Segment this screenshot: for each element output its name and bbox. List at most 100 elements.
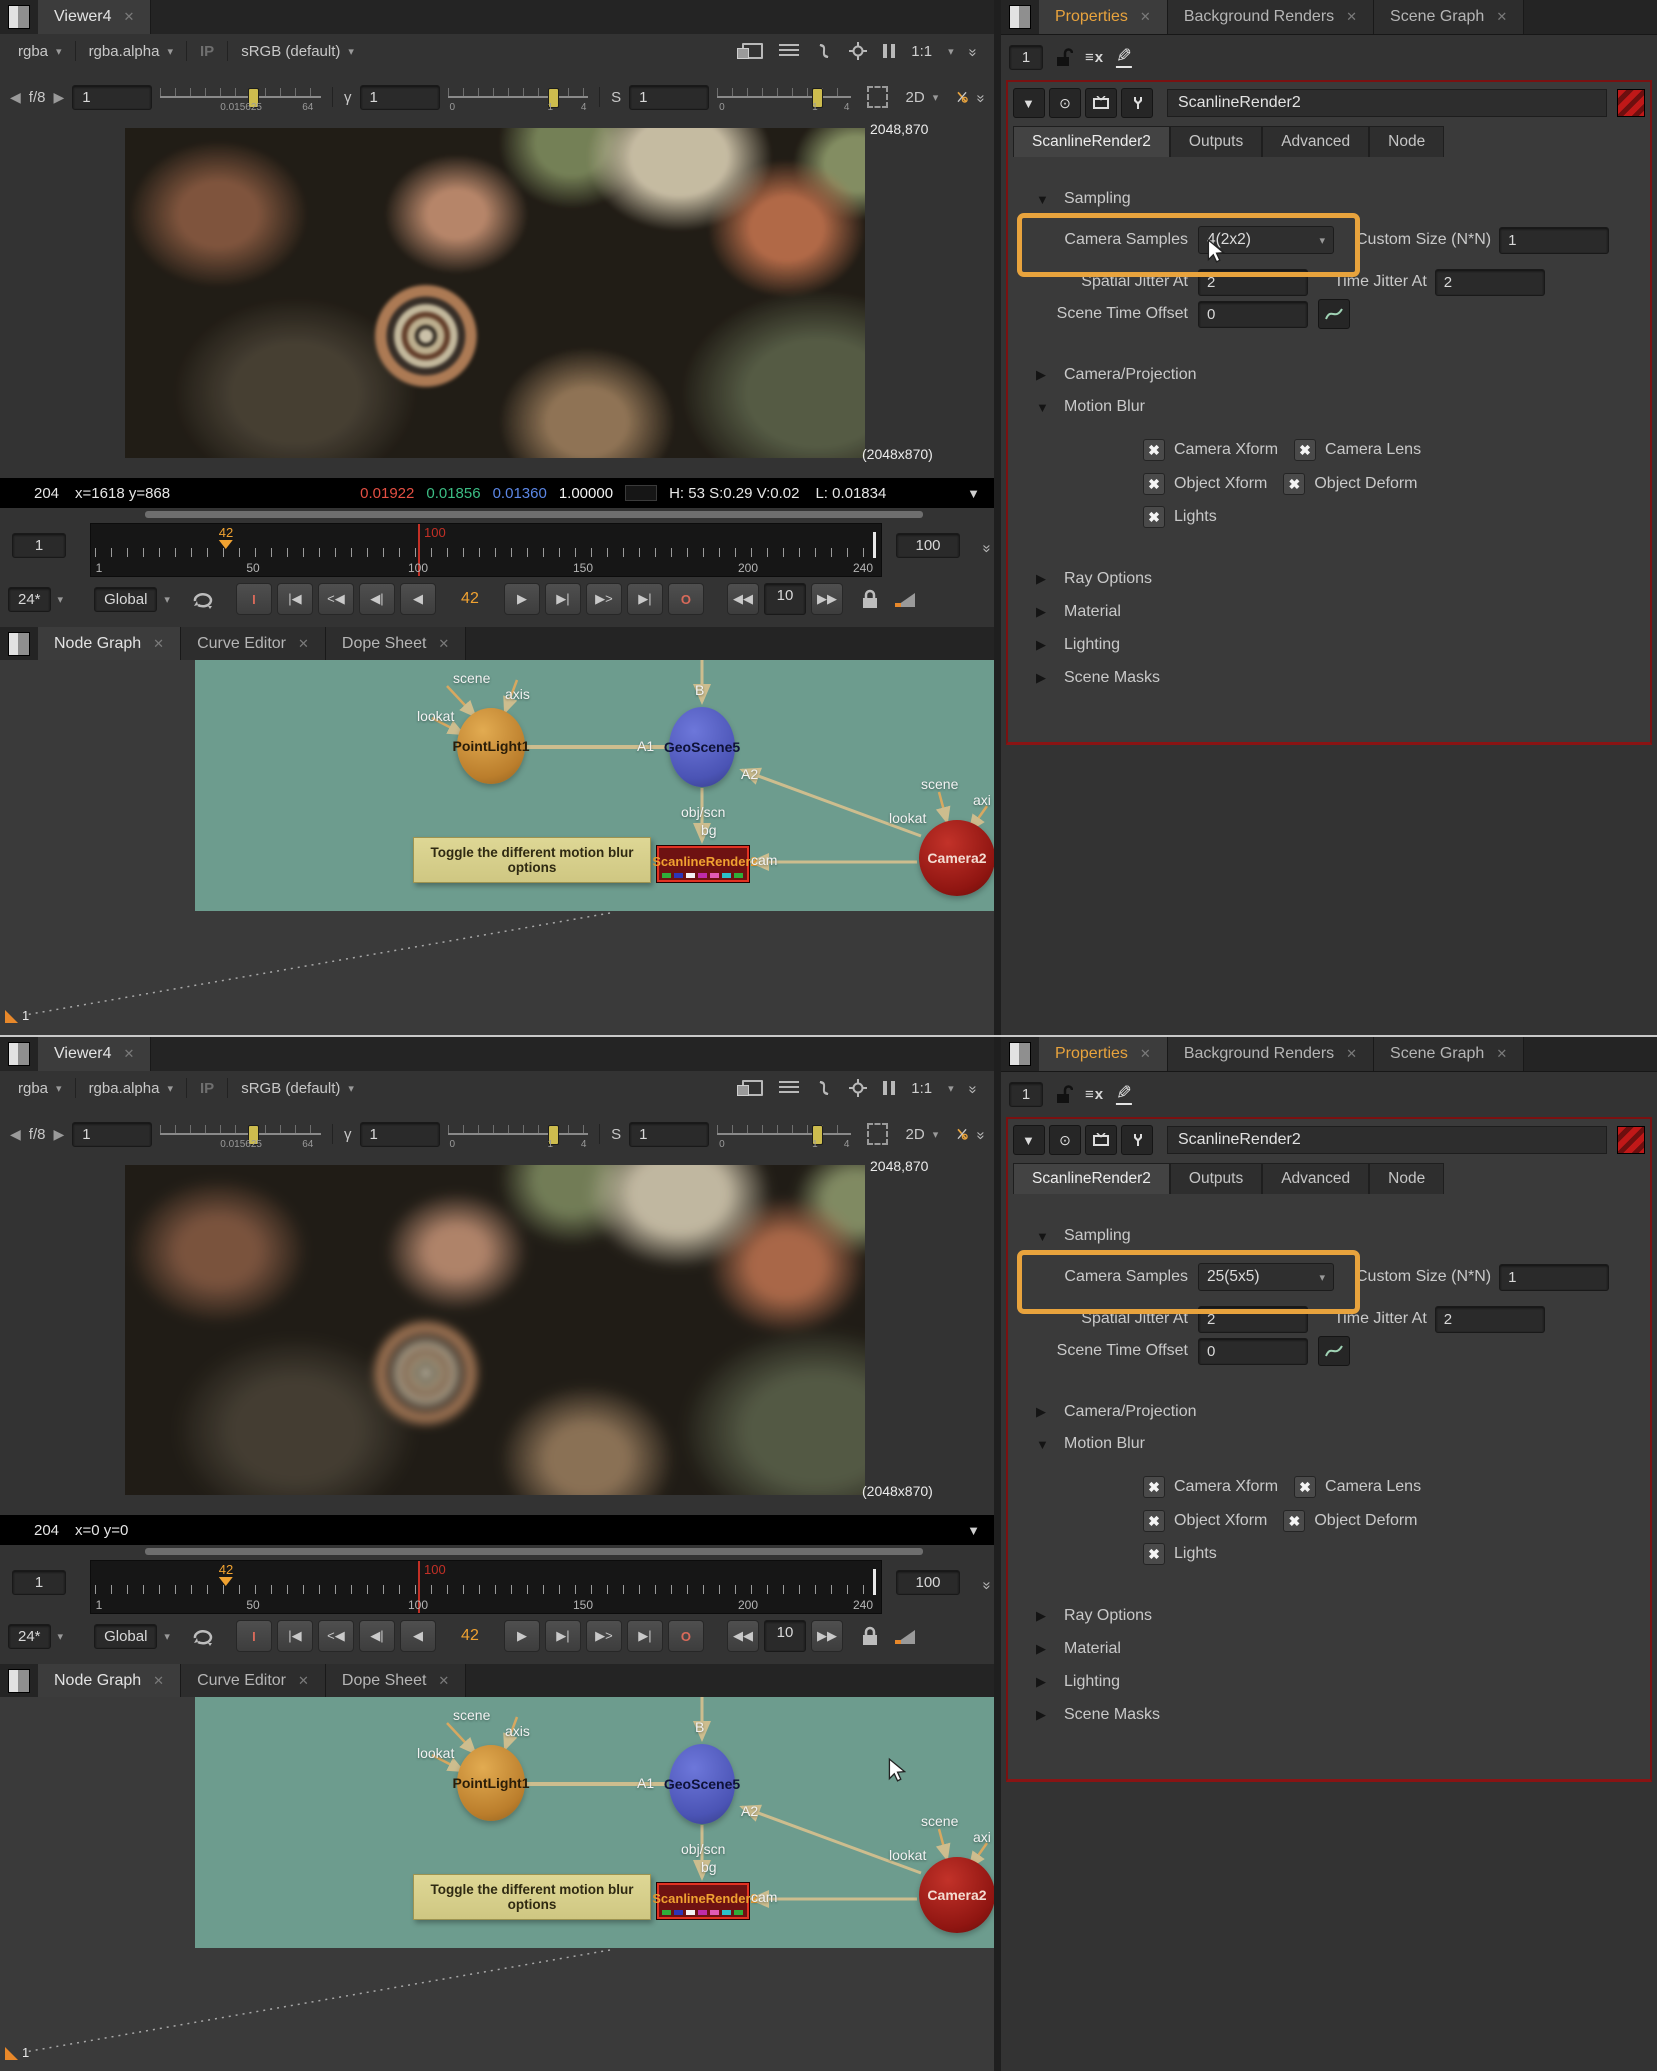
float-window-icon[interactable] <box>742 43 763 59</box>
section-sampling[interactable]: ▼ Sampling <box>1036 190 1131 208</box>
current-frame-input[interactable]: 42 <box>443 590 497 608</box>
custom-size-input[interactable]: 1 <box>1499 1264 1609 1291</box>
close-icon[interactable]: ✕ <box>438 1673 449 1689</box>
node-name-input[interactable]: ScanlineRender2 <box>1167 89 1607 117</box>
close-icon[interactable]: ✕ <box>1346 9 1357 25</box>
next-keyframe-button[interactable]: ▶> <box>586 583 622 615</box>
close-icon[interactable]: ✕ <box>153 1673 164 1689</box>
scene-time-offset-input[interactable]: 0 <box>1198 301 1308 328</box>
first-frame-button[interactable]: |◀ <box>277 1620 313 1652</box>
prev-arrow-icon[interactable]: ◀ <box>10 89 21 106</box>
roi-marquee-icon[interactable] <box>867 1123 887 1145</box>
gain-slider[interactable]: 0.015625 64 <box>160 1117 321 1151</box>
tab-scene-graph[interactable]: Scene Graph ✕ <box>1374 0 1524 34</box>
collapse-panel-button[interactable]: ▼ <box>1013 88 1045 118</box>
flipbook-ramp-icon[interactable] <box>893 589 917 609</box>
nodegraph-canvas[interactable]: PointLight1 GeoScene5 Camera2 ScanlineRe… <box>195 660 994 911</box>
collapse-chevrons-icon[interactable]: » <box>972 94 989 100</box>
tab-node[interactable]: Node <box>1369 1163 1444 1194</box>
checkbox-object-deform[interactable]: ✖ Object Deform <box>1283 473 1417 495</box>
sticky-note[interactable]: Toggle the different motion blur options <box>413 1874 651 1920</box>
section-material[interactable]: ▶ Material <box>1036 603 1121 621</box>
tab-properties[interactable]: Properties ✕ <box>1039 1037 1168 1071</box>
collapse-chevrons-icon[interactable]: » <box>964 48 981 54</box>
curve-button[interactable] <box>1318 1336 1350 1366</box>
viewer-hscrollbar[interactable] <box>145 1548 923 1555</box>
time-jitter-input[interactable]: 2 <box>1435 269 1545 296</box>
tab-node-graph[interactable]: Node Graph ✕ <box>38 627 181 660</box>
close-icon[interactable]: ✕ <box>1346 1046 1357 1062</box>
pane-layout-icon[interactable] <box>1009 1042 1031 1066</box>
close-icon[interactable]: ✕ <box>124 9 135 25</box>
color-sample-icon[interactable] <box>956 1124 969 1144</box>
pane-layout-icon[interactable] <box>8 632 30 656</box>
panel-divider[interactable] <box>994 1037 1001 2071</box>
current-frame-marker[interactable]: 42 <box>219 525 233 549</box>
checkbox-camera-xform[interactable]: ✖ Camera Xform <box>1143 1476 1278 1498</box>
lut-select[interactable]: sRGB (default) ▾ <box>231 43 364 60</box>
center-node-button[interactable]: ⊙ <box>1049 88 1081 118</box>
tab-scanlinerender2[interactable]: ScanlineRender2 <box>1013 126 1170 157</box>
tab-properties[interactable]: Properties ✕ <box>1039 0 1168 34</box>
pane-layout-icon[interactable] <box>8 1669 30 1693</box>
close-icon[interactable]: ✕ <box>1140 9 1151 25</box>
wrench-button[interactable] <box>1121 1125 1153 1155</box>
close-icon[interactable]: ✕ <box>124 1046 135 1062</box>
chevron-down-icon[interactable]: ▾ <box>58 593 64 606</box>
status-dropdown-icon[interactable]: ▼ <box>967 1523 980 1538</box>
section-motion-blur[interactable]: ▼ Motion Blur <box>1036 1435 1145 1453</box>
tab-background-renders[interactable]: Background Renders ✕ <box>1168 1037 1374 1071</box>
max-panels-input[interactable]: 1 <box>1009 1082 1043 1107</box>
step-back-button[interactable]: ◀◀ <box>727 583 759 615</box>
section-sampling[interactable]: ▼ Sampling <box>1036 1227 1131 1245</box>
menu-icon[interactable] <box>779 44 799 59</box>
node-color-swatch[interactable] <box>1617 89 1645 117</box>
view-mode-select[interactable]: 2D ▾ <box>896 89 949 106</box>
close-icon[interactable]: ✕ <box>438 636 449 652</box>
section-lighting[interactable]: ▶ Lighting <box>1036 636 1120 654</box>
layer-select[interactable]: rgba.alpha ▾ <box>79 1080 183 1097</box>
chevron-down-icon[interactable]: ▾ <box>164 593 170 606</box>
collapse-chevrons-icon[interactable]: » <box>978 544 995 550</box>
loop-mode-icon[interactable] <box>191 589 215 609</box>
checkbox-object-deform[interactable]: ✖ Object Deform <box>1283 1510 1417 1532</box>
view-mode-select[interactable]: 2D ▾ <box>896 1126 949 1143</box>
nodegraph-panel[interactable]: PointLight1 GeoScene5 Camera2 ScanlineRe… <box>0 1697 994 2071</box>
pause-icon[interactable] <box>883 1081 895 1095</box>
checkbox-object-xform[interactable]: ✖ Object Xform <box>1143 1510 1267 1532</box>
step-forward-button[interactable]: ▶▶ <box>811 583 843 615</box>
checkbox-lights[interactable]: ✖ Lights <box>1143 1543 1217 1565</box>
collapse-chevrons-icon[interactable]: » <box>978 1581 995 1587</box>
close-icon[interactable]: ✕ <box>1140 1046 1151 1062</box>
prev-keyframe-button[interactable]: <◀ <box>318 1620 354 1652</box>
node-pointlight1[interactable]: PointLight1 <box>457 1745 525 1821</box>
chevron-down-icon[interactable]: ▾ <box>948 1082 954 1095</box>
tab-scene-graph[interactable]: Scene Graph ✕ <box>1374 1037 1524 1071</box>
sync-icon[interactable] <box>815 1079 833 1097</box>
tab-scanlinerender2[interactable]: ScanlineRender2 <box>1013 1163 1170 1194</box>
channel-select[interactable]: rgba ▾ <box>8 1080 72 1097</box>
viewer-image[interactable] <box>125 128 865 458</box>
lock-range-icon[interactable] <box>860 588 880 610</box>
gain-input[interactable]: 1 <box>72 85 152 110</box>
tab-outputs[interactable]: Outputs <box>1170 1163 1262 1194</box>
last-frame-button[interactable]: ▶| <box>627 1620 663 1652</box>
range-mode-select[interactable]: Global <box>94 1624 157 1649</box>
range-end-input[interactable]: 100 <box>896 533 960 558</box>
play-backward-button[interactable]: ◀ <box>400 1620 436 1652</box>
collapse-chevrons-icon[interactable]: » <box>972 1131 989 1137</box>
in-point-button[interactable]: I <box>236 1620 272 1652</box>
node-pointlight1[interactable]: PointLight1 <box>457 708 525 784</box>
next-keyframe-button[interactable]: ▶> <box>586 1620 622 1652</box>
monitor-button[interactable] <box>1085 1125 1117 1155</box>
layer-select[interactable]: rgba.alpha ▾ <box>79 43 183 60</box>
viewer-image[interactable] <box>125 1165 865 1495</box>
section-camera-projection[interactable]: ▶ Camera/Projection <box>1036 1403 1197 1421</box>
checkbox-lights[interactable]: ✖ Lights <box>1143 506 1217 528</box>
chevron-down-icon[interactable]: ▾ <box>58 1630 64 1643</box>
curve-button[interactable] <box>1318 299 1350 329</box>
lock-range-icon[interactable] <box>860 1625 880 1647</box>
fps-select[interactable]: 24* <box>8 587 51 612</box>
gamma-slider[interactable]: 0 1 4 <box>448 80 589 114</box>
scene-time-offset-input[interactable]: 0 <box>1198 1338 1308 1365</box>
